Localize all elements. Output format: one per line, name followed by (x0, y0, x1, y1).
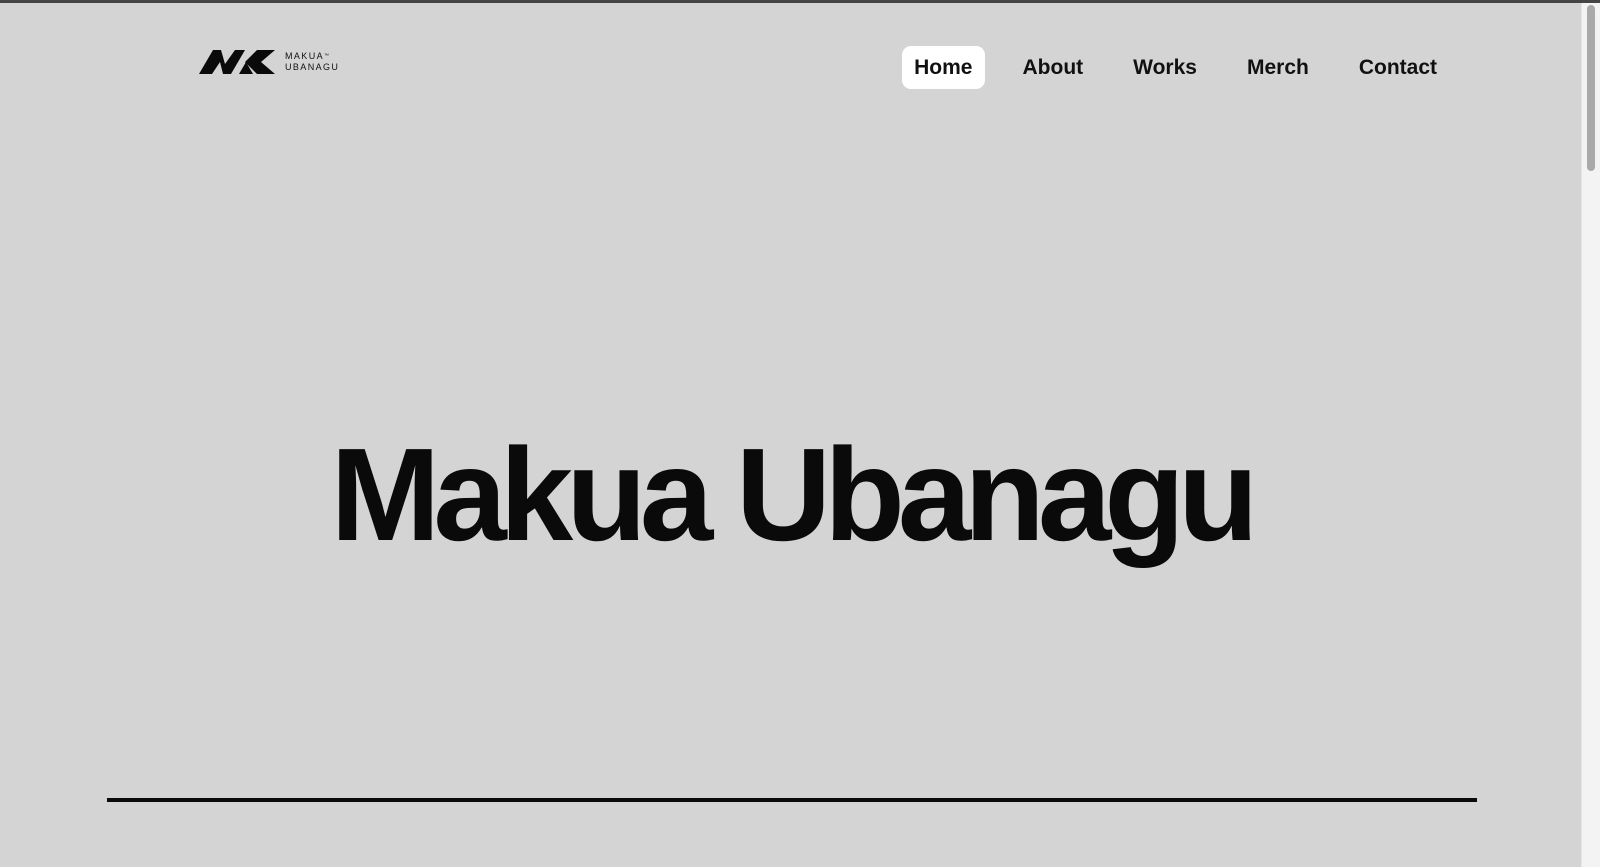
logo-wordmark: MAKUA™ UBANAGU (285, 51, 339, 73)
site-header: MAKUA™ UBANAGU Home About Works Merch Co… (0, 0, 1582, 130)
logo-line-2: UBANAGU (285, 62, 340, 72)
hero-section: Makua Ubanagu (0, 420, 1582, 570)
page: MAKUA™ UBANAGU Home About Works Merch Co… (0, 0, 1600, 867)
nav-works[interactable]: Works (1121, 46, 1209, 89)
scrollbar-thumb[interactable] (1587, 5, 1595, 171)
main-nav: Home About Works Merch Contact (902, 46, 1449, 89)
nav-about[interactable]: About (1011, 46, 1096, 89)
nav-contact[interactable]: Contact (1347, 46, 1449, 89)
nav-merch[interactable]: Merch (1235, 46, 1321, 89)
page-scrollbar[interactable] (1581, 3, 1600, 867)
brand-logo[interactable]: MAKUA™ UBANAGU (199, 50, 339, 74)
logo-mark-icon (199, 50, 275, 74)
nav-home[interactable]: Home (902, 46, 985, 89)
section-divider (107, 798, 1477, 802)
hero-title: Makua Ubanagu (330, 421, 1258, 568)
logo-line-1: MAKUA (285, 51, 325, 61)
logo-trademark: ™ (324, 53, 330, 59)
